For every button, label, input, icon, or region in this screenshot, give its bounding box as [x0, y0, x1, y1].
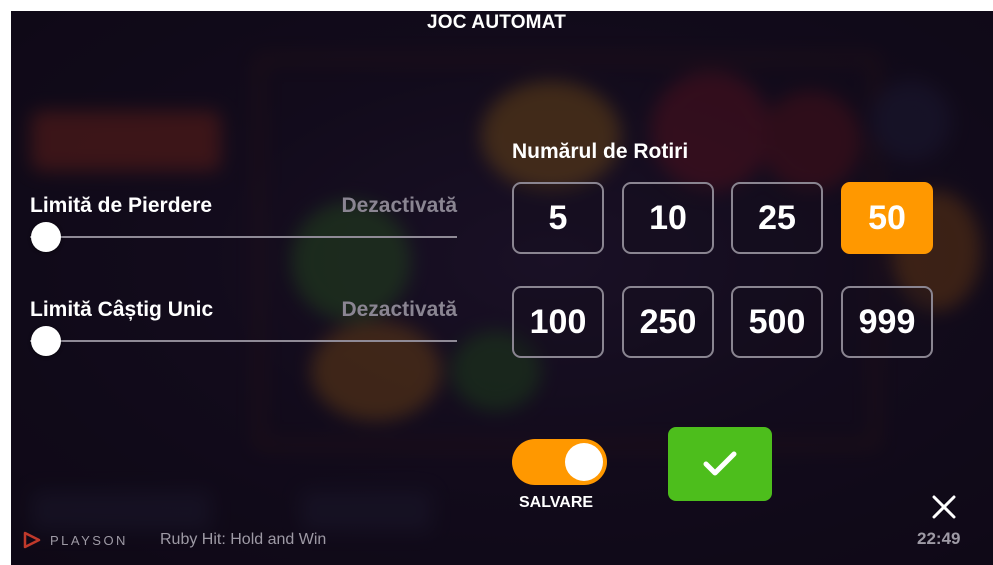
loss-limit-slider-handle[interactable] [31, 222, 61, 252]
spins-title: Numărul de Rotiri [512, 140, 689, 163]
spin-count-option-250[interactable]: 250 [622, 286, 714, 358]
save-toggle-label: SALVARE [519, 494, 594, 511]
spin-count-option-25[interactable]: 25 [731, 182, 823, 254]
confirm-button[interactable] [668, 427, 772, 501]
single-win-limit-slider-track[interactable] [30, 340, 457, 342]
spin-count-grid: 5 10 25 50 100 250 500 999 [512, 182, 939, 362]
loss-limit-slider-track[interactable] [30, 236, 457, 238]
spin-count-option-5[interactable]: 5 [512, 182, 604, 254]
brand-name: PLAYSON [50, 532, 128, 548]
save-toggle-knob [565, 443, 603, 481]
spin-count-option-500[interactable]: 500 [731, 286, 823, 358]
playson-logo: PLAYSON [22, 531, 128, 549]
loss-limit-value: Dezactivată [341, 194, 457, 217]
loss-limit-control: Limită de Pierdere Dezactivată [30, 194, 457, 264]
spin-count-option-100[interactable]: 100 [512, 286, 604, 358]
loss-limit-label: Limită de Pierdere [30, 194, 213, 217]
close-button[interactable] [930, 493, 958, 521]
game-name: Ruby Hit: Hold and Win [160, 531, 327, 548]
playson-logo-icon [23, 531, 41, 549]
checkmark-icon [703, 451, 737, 476]
dialog-title: JOC AUTOMAT [426, 12, 567, 33]
spin-count-option-10[interactable]: 10 [622, 182, 714, 254]
save-toggle[interactable] [512, 439, 607, 485]
spin-count-option-50[interactable]: 50 [841, 182, 933, 254]
single-win-limit-value: Dezactivată [341, 298, 457, 321]
single-win-limit-control: Limită Câștig Unic Dezactivată [30, 298, 457, 368]
spin-count-option-999[interactable]: 999 [841, 286, 933, 358]
clock: 22:49 [917, 529, 961, 548]
close-icon [932, 495, 956, 519]
single-win-limit-slider-handle[interactable] [31, 326, 61, 356]
single-win-limit-label: Limită Câștig Unic [30, 298, 214, 321]
